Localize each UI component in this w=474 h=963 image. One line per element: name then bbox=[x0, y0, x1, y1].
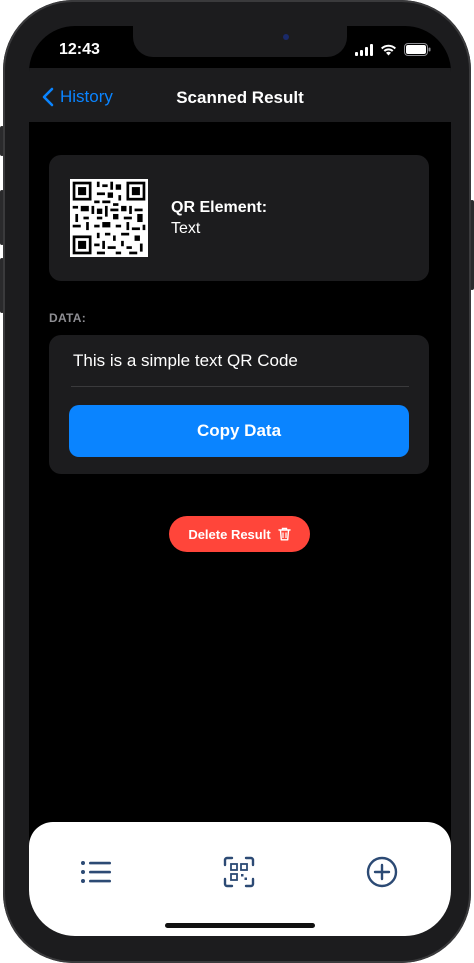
device-frame: 12:43 History Scanned Result QR Element:… bbox=[0, 0, 474, 963]
qr-scan-icon bbox=[223, 856, 255, 888]
copy-data-button[interactable]: Copy Data bbox=[69, 405, 409, 457]
qr-element-label: QR Element: bbox=[171, 199, 268, 216]
data-section-label: DATA: bbox=[49, 311, 87, 325]
qr-code-image bbox=[70, 179, 148, 257]
tab-bar bbox=[29, 822, 451, 936]
battery-icon bbox=[404, 43, 431, 56]
trash-icon bbox=[277, 527, 291, 541]
tab-scan[interactable] bbox=[221, 854, 257, 890]
data-card: This is a simple text QR Code Copy Data bbox=[49, 335, 429, 474]
phone-bezel: 12:43 History Scanned Result QR Element:… bbox=[3, 0, 471, 963]
delete-result-button[interactable]: Delete Result bbox=[169, 516, 310, 552]
qr-summary-card: QR Element: Text bbox=[49, 155, 429, 281]
status-icons bbox=[355, 43, 431, 56]
camera-dot bbox=[283, 34, 289, 40]
home-indicator bbox=[165, 923, 315, 928]
screen: 12:43 History Scanned Result QR Element:… bbox=[29, 26, 451, 936]
delete-result-label: Delete Result bbox=[188, 526, 271, 542]
tab-history[interactable] bbox=[78, 854, 114, 890]
page-title: Scanned Result bbox=[176, 88, 304, 107]
navigation-bar: History Scanned Result bbox=[29, 68, 451, 122]
plus-circle-icon bbox=[366, 856, 398, 888]
notch bbox=[133, 26, 347, 57]
status-time: 12:43 bbox=[59, 41, 100, 58]
signal-icon bbox=[355, 43, 373, 56]
divider bbox=[71, 386, 409, 387]
tab-create[interactable] bbox=[364, 854, 400, 890]
wifi-icon bbox=[381, 44, 396, 55]
list-icon bbox=[81, 861, 111, 883]
qr-element-value: Text bbox=[171, 220, 201, 237]
scanned-data-text[interactable]: This is a simple text QR Code bbox=[73, 351, 298, 371]
